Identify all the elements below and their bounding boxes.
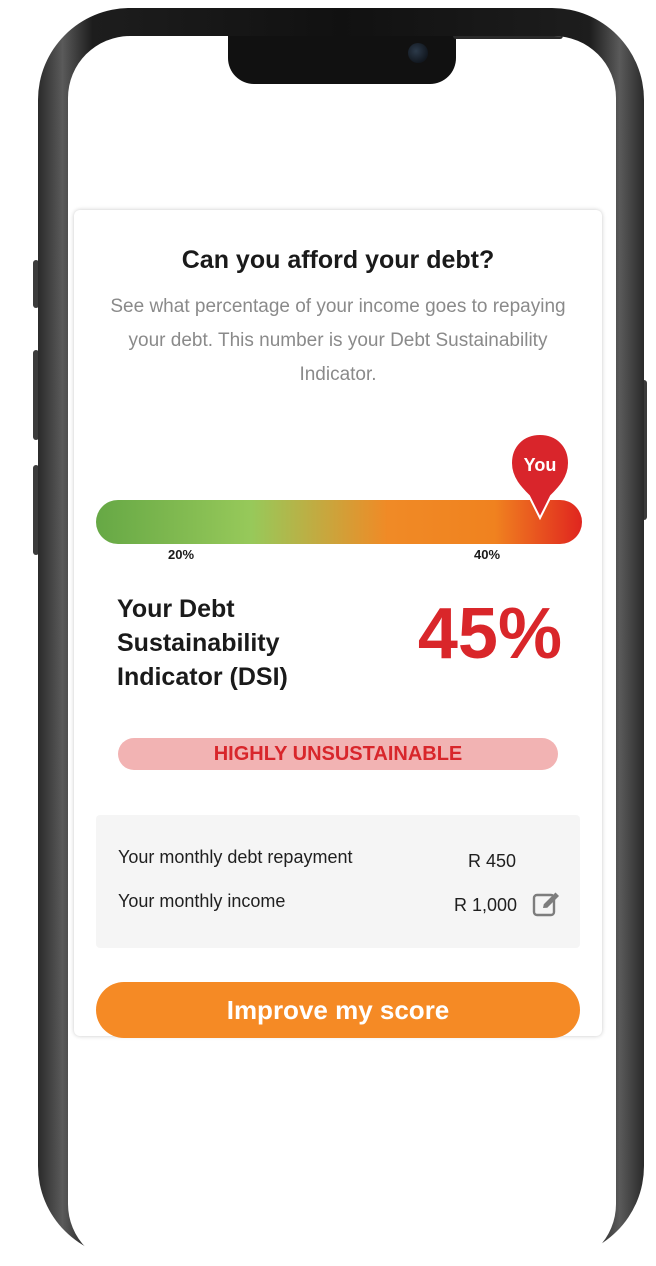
edit-icon[interactable] <box>532 889 562 919</box>
gauge-tick-40: 40% <box>474 547 501 562</box>
gauge-tick-20: 20% <box>168 547 195 562</box>
phone-screen: Can you afford your debt? See what perce… <box>68 36 616 1266</box>
notch <box>228 36 563 84</box>
dsi-label: Your Debt Sustainability Indicator (DSI) <box>117 595 288 691</box>
speaker <box>453 36 563 39</box>
monthly-income-value: R 1,000 <box>454 895 518 915</box>
camera-icon <box>408 43 428 63</box>
dsi-value: 45% <box>417 594 562 674</box>
debt-card: Can you afford your debt? See what perce… <box>74 210 602 1038</box>
debt-repayment-label: Your monthly debt repayment <box>118 847 353 867</box>
card-title: Can you afford your debt? <box>181 246 495 274</box>
status-badge: HIGHLY UNSUSTAINABLE <box>118 738 558 770</box>
card-subtitle: See what percentage of your income goes … <box>110 296 566 385</box>
debt-repayment-value: R 450 <box>468 851 517 871</box>
details-panel: Your monthly debt repayment R 450 Your m… <box>96 815 580 948</box>
monthly-income-label: Your monthly income <box>118 891 286 911</box>
you-marker-label: You <box>523 455 557 475</box>
you-marker-pin-icon <box>509 432 571 520</box>
improve-score-button[interactable]: Improve my score <box>96 982 580 1038</box>
